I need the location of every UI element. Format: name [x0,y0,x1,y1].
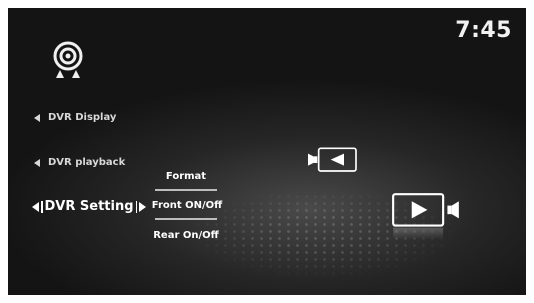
divider [155,189,217,191]
right-arrow-icon [139,201,147,212]
rear-camera-toggle[interactable]: Rear On/Off [148,230,224,241]
camera-reverse-icon [308,147,357,172]
menu-item-dvr-setting[interactable]: DVR Setting [32,199,147,214]
divider [135,200,138,213]
front-camera-toggle[interactable]: Front ON/Off [147,200,227,211]
divider [155,218,217,220]
menu-item-label: DVR playback [48,157,126,168]
camera-forward-button[interactable] [376,192,476,242]
left-arrow-icon [32,201,39,212]
menu-item-label: DVR Display [48,112,117,123]
menu-item-dvr-display[interactable]: DVR Display [34,112,116,123]
menu-item-dvr-playback[interactable]: DVR playback [34,157,125,168]
clock: 7:45 [455,18,512,43]
dvr-screen: 7:45 DVR Display DVR playback DVR Settin… [8,8,526,295]
divider [41,200,43,213]
left-arrow-icon [34,158,40,167]
format-button[interactable]: Format [148,171,224,182]
menu-item-label: DVR Setting [44,199,134,214]
camera-reverse-button[interactable] [292,147,372,187]
dvr-camera-icon [53,41,83,78]
camera-forward-icon [392,193,459,227]
left-arrow-icon [34,113,40,122]
